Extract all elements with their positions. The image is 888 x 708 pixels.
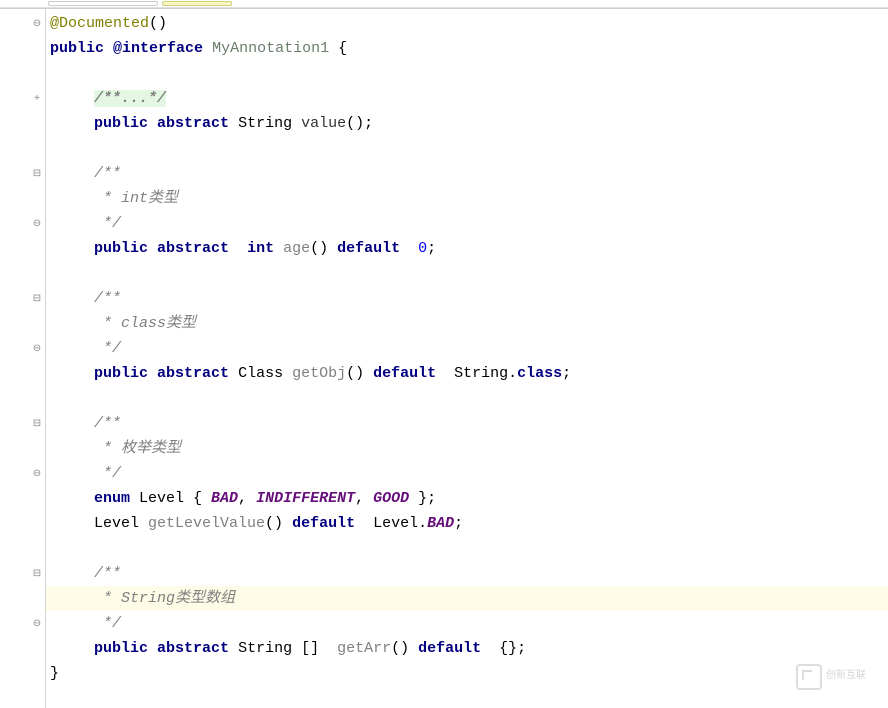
code-line[interactable]: } (46, 661, 888, 686)
code-line[interactable]: @Documented() (46, 11, 888, 36)
code-line[interactable] (46, 386, 888, 411)
watermark-logo: 创新互联 (796, 662, 882, 692)
code-line[interactable]: /** (46, 286, 888, 311)
collapse-icon[interactable]: ⊟ (31, 569, 43, 581)
collapse-icon[interactable]: ⊖ (31, 619, 43, 631)
editor: ⊖ + ⊟ ⊖ ⊟ ⊖ ⊟ ⊖ ⊟ ⊖ @Documented()public @interfac… (0, 8, 888, 708)
top-tab-bar (0, 0, 888, 8)
watermark-text: 创新互联 (826, 672, 866, 682)
code-area[interactable]: @Documented()public @interface MyAnnotat… (46, 9, 888, 708)
code-line[interactable]: public @interface MyAnnotation1 { (46, 36, 888, 61)
tab-pill[interactable] (48, 1, 158, 6)
watermark-icon (796, 664, 822, 690)
expand-icon[interactable]: + (31, 94, 43, 106)
code-line[interactable]: /** (46, 161, 888, 186)
code-line[interactable]: /** (46, 561, 888, 586)
code-line[interactable]: public abstract int age() default 0; (46, 236, 888, 261)
code-line[interactable]: public abstract String value(); (46, 111, 888, 136)
tab-pill-active[interactable] (162, 1, 232, 6)
collapse-icon[interactable]: ⊖ (31, 19, 43, 31)
code-line[interactable]: */ (46, 611, 888, 636)
code-line[interactable] (46, 136, 888, 161)
code-line[interactable] (46, 536, 888, 561)
code-line[interactable]: */ (46, 336, 888, 361)
code-line[interactable]: /** (46, 411, 888, 436)
collapse-icon[interactable]: ⊟ (31, 419, 43, 431)
code-line[interactable]: */ (46, 211, 888, 236)
code-line[interactable]: enum Level { BAD, INDIFFERENT, GOOD }; (46, 486, 888, 511)
code-line[interactable]: public abstract String [] getArr() defau… (46, 636, 888, 661)
collapse-icon[interactable]: ⊖ (31, 344, 43, 356)
code-line[interactable]: * String类型数组 (46, 586, 888, 611)
code-line[interactable]: * int类型 (46, 186, 888, 211)
gutter: ⊖ + ⊟ ⊖ ⊟ ⊖ ⊟ ⊖ ⊟ ⊖ (0, 9, 46, 708)
code-line[interactable]: * 枚举类型 (46, 436, 888, 461)
collapse-icon[interactable]: ⊟ (31, 169, 43, 181)
code-line[interactable]: /**...*/ (46, 86, 888, 111)
collapse-icon[interactable]: ⊖ (31, 469, 43, 481)
code-line[interactable]: * class类型 (46, 311, 888, 336)
collapse-icon[interactable]: ⊟ (31, 294, 43, 306)
code-line[interactable]: Level getLevelValue() default Level.BAD; (46, 511, 888, 536)
code-line[interactable]: public abstract Class getObj() default S… (46, 361, 888, 386)
code-line[interactable]: */ (46, 461, 888, 486)
code-line[interactable] (46, 61, 888, 86)
code-line[interactable] (46, 261, 888, 286)
collapse-icon[interactable]: ⊖ (31, 219, 43, 231)
